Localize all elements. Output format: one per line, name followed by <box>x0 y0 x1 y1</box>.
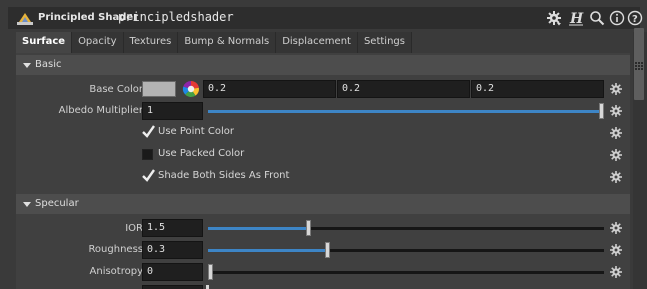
tab-settings[interactable]: Settings <box>357 32 412 53</box>
gear-icon[interactable] <box>609 82 623 96</box>
parameter-header: Principled Shader principledshader H ? <box>8 7 643 29</box>
node-name-field[interactable]: principledshader <box>118 10 234 24</box>
slider-fill <box>208 110 602 113</box>
ior-field[interactable]: 1.5 <box>142 219 203 237</box>
slider-handle[interactable] <box>305 220 311 236</box>
gear-icon[interactable] <box>609 170 623 184</box>
ior-slider[interactable] <box>208 220 604 236</box>
parameter-panel: Basic Base Color 0.2 0.2 0.2 Albedo Mult… <box>16 53 630 289</box>
slider-handle[interactable] <box>599 103 604 119</box>
question-icon[interactable]: ? <box>627 10 643 26</box>
svg-text:?: ? <box>632 14 638 25</box>
anisotropy-label: Anisotropy <box>89 266 143 277</box>
tab-displacement[interactable]: Displacement <box>276 32 358 53</box>
ior-label: IOR <box>125 223 143 234</box>
folder-basic-label: Basic <box>35 59 62 70</box>
roughness-slider[interactable] <box>208 242 604 258</box>
gear-icon[interactable] <box>609 104 623 118</box>
gear-icon[interactable] <box>609 148 623 162</box>
tab-bar: Surface Opacity Textures Bump & Normals … <box>16 32 412 53</box>
folder-basic[interactable]: Basic <box>16 55 630 75</box>
slider-fill <box>208 227 309 230</box>
base-color-r-field[interactable]: 0.2 <box>203 80 336 98</box>
folder-specular-label: Specular <box>35 198 79 209</box>
collapse-triangle-icon <box>22 60 32 70</box>
base-color-label: Base Color <box>89 84 143 95</box>
anisotropy-field[interactable]: 0 <box>142 263 203 281</box>
slider-fill <box>208 249 328 252</box>
tab-opacity[interactable]: Opacity <box>72 32 124 53</box>
collapse-triangle-icon <box>22 199 32 209</box>
base-color-g-field[interactable]: 0.2 <box>337 80 470 98</box>
slider-handle[interactable] <box>325 242 331 258</box>
color-wheel-icon[interactable] <box>182 80 200 98</box>
anisotropy-slider[interactable] <box>208 264 604 280</box>
info-icon[interactable] <box>609 10 625 26</box>
tab-surface[interactable]: Surface <box>16 32 73 53</box>
base-color-b-field[interactable]: 0.2 <box>471 80 604 98</box>
slider-handle[interactable] <box>208 264 213 280</box>
gear-icon[interactable] <box>609 126 623 140</box>
gear-icon[interactable] <box>609 243 623 257</box>
albedo-multiplier-label: Albedo Multiplier <box>58 105 143 116</box>
shade-both-sides-checkbox[interactable] <box>142 169 155 182</box>
tab-bump-normals[interactable]: Bump & Normals <box>178 32 277 53</box>
folder-specular[interactable]: Specular <box>16 194 630 214</box>
gear-icon[interactable] <box>546 10 562 26</box>
help-h-icon[interactable]: H <box>568 10 584 26</box>
tab-textures[interactable]: Textures <box>123 32 179 53</box>
use-packed-color-checkbox[interactable] <box>142 149 153 160</box>
shader-logo-icon <box>17 11 33 25</box>
base-color-swatch[interactable] <box>142 81 176 97</box>
gear-icon[interactable] <box>609 221 623 235</box>
use-packed-color-label: Use Packed Color <box>158 148 245 159</box>
grip-icon <box>635 62 643 70</box>
svg-text:H: H <box>569 11 584 26</box>
use-point-color-label: Use Point Color <box>158 126 234 137</box>
roughness-field[interactable]: 0.3 <box>142 241 203 259</box>
shade-both-sides-label: Shade Both Sides As Front <box>158 170 290 181</box>
slider-handle[interactable] <box>206 285 209 289</box>
use-point-color-checkbox[interactable] <box>142 125 155 138</box>
roughness-label: Roughness <box>88 244 143 255</box>
gear-icon[interactable] <box>609 265 623 279</box>
albedo-multiplier-slider[interactable] <box>208 103 604 119</box>
next-param-field[interactable] <box>142 285 203 289</box>
albedo-multiplier-field[interactable]: 1 <box>142 102 203 120</box>
search-icon[interactable] <box>589 10 605 26</box>
